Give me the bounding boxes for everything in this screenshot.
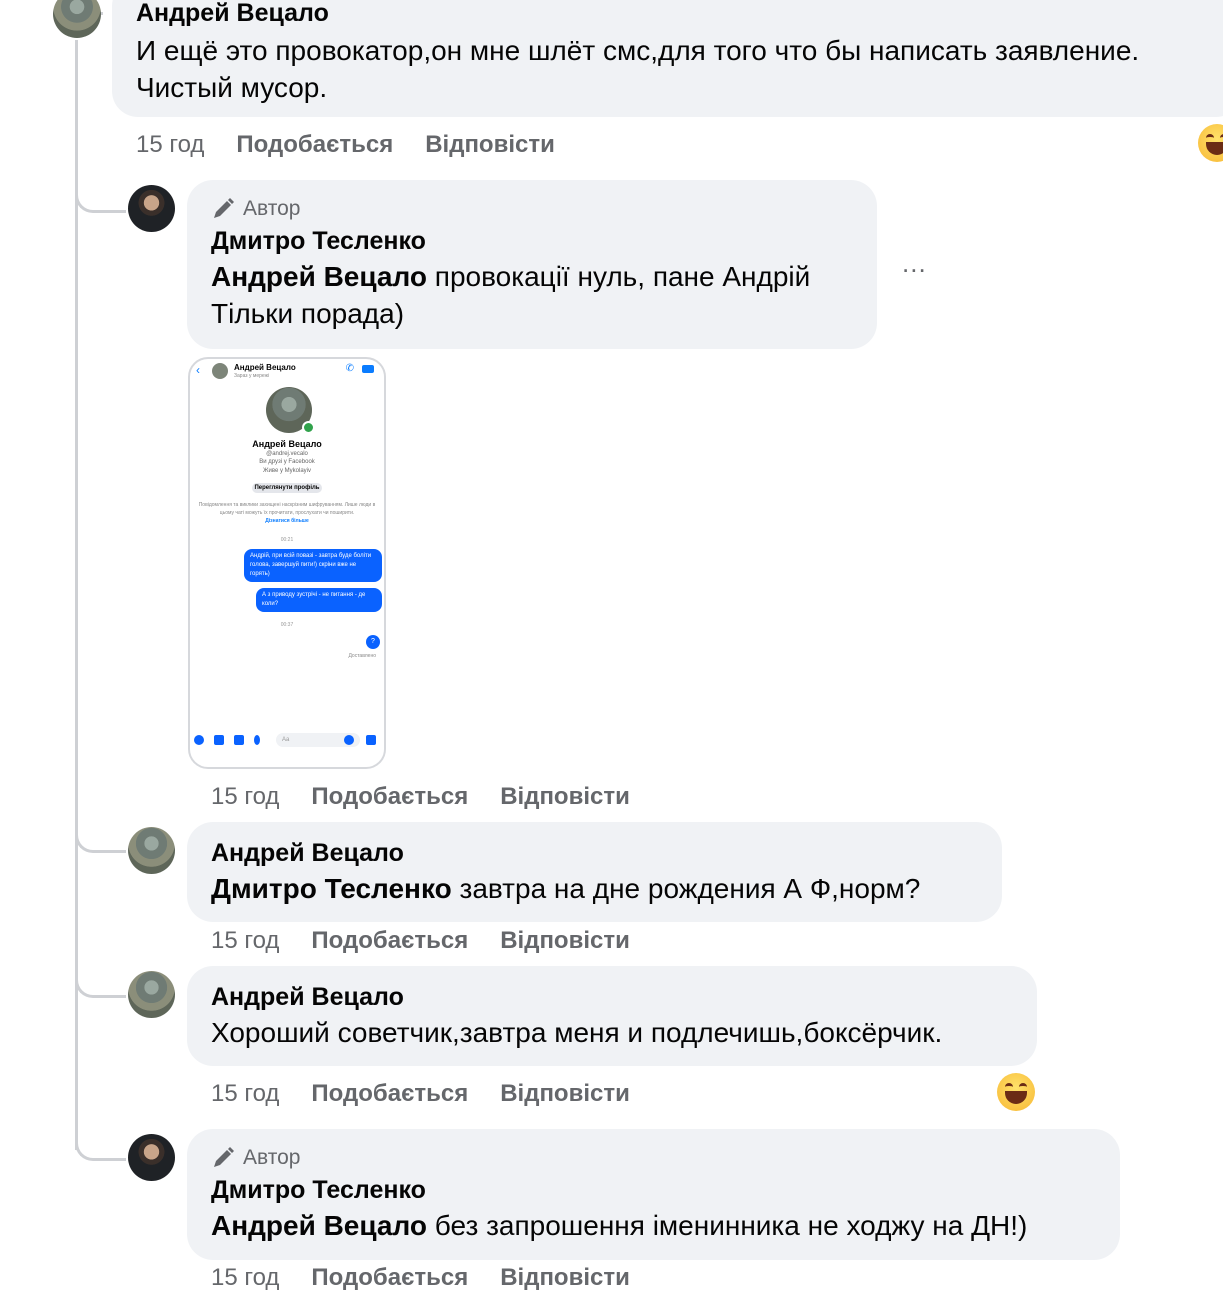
comment-author[interactable]: Дмитро Тесленко <box>211 1173 1096 1207</box>
more-options-button[interactable]: ... <box>902 248 927 279</box>
avatar[interactable] <box>128 971 175 1018</box>
comment-author[interactable]: Андрей Вецало <box>211 836 978 870</box>
message-time: 00:37 <box>280 622 294 628</box>
avatar[interactable] <box>53 0 101 38</box>
pencil-icon <box>214 1147 234 1167</box>
reply-button[interactable]: Відповісти <box>500 1264 630 1292</box>
view-profile-button: Переглянути профіль <box>252 483 322 493</box>
comment-text: И ещё это провокатор,он мне шлёт смс,для… <box>136 35 1140 103</box>
thread-connector <box>75 955 126 998</box>
emoji-icon <box>344 735 354 745</box>
like-button[interactable]: Подобається <box>311 927 468 955</box>
thumbs-up-icon <box>366 735 376 745</box>
chat-header-name: Андрей Вецало <box>234 363 296 372</box>
comment-bubble: Автор Дмитро Тесленко Андрей Вецало пров… <box>187 180 877 349</box>
thread-connector <box>75 810 126 853</box>
comment-actions: 15 год Подобається Відповісти <box>211 1080 630 1108</box>
like-button[interactable]: Подобається <box>311 1080 468 1108</box>
reply-button[interactable]: Відповісти <box>500 927 630 955</box>
comment-text: Андрей Вецало провокації нуль, пане Андр… <box>211 258 853 332</box>
comment-body: без запрошення іменинника не ходжу на ДН… <box>427 1210 1028 1241</box>
mention-link[interactable]: Андрей Вецало <box>211 261 427 292</box>
attachment-screenshot[interactable]: ‹ Андрей Вецало Зараз у мережі ✆ Андрей … <box>188 357 386 769</box>
comment-time[interactable]: 15 год <box>211 1080 279 1108</box>
message-bubble: ? <box>366 635 380 649</box>
plus-icon <box>194 735 204 745</box>
author-badge: Автор <box>211 1143 1096 1173</box>
chat-header-status: Зараз у мережі <box>234 373 270 379</box>
avatar[interactable] <box>128 185 175 232</box>
encryption-note: Повідомлення та виклики захищені наскріз… <box>198 502 376 524</box>
online-indicator <box>302 421 315 434</box>
author-badge-label: Автор <box>243 197 301 220</box>
mention-link[interactable]: Андрей Вецало <box>211 1210 427 1241</box>
microphone-icon <box>254 735 260 745</box>
message-time: 00:21 <box>280 537 294 543</box>
thread-connector <box>75 1118 126 1161</box>
message-bubble: Андрій, при всій повазі - завтра буде бо… <box>244 549 382 582</box>
reply-button[interactable]: Відповісти <box>425 131 555 159</box>
comment-bubble: Андрей Вецало И ещё это провокатор,он мн… <box>112 0 1223 117</box>
like-button[interactable]: Подобається <box>311 1264 468 1292</box>
comment-text: Дмитро Тесленко завтра на дне рождения А… <box>211 870 978 907</box>
comment-bubble: Автор Дмитро Тесленко Андрей Вецало без … <box>187 1129 1120 1260</box>
avatar <box>212 363 228 379</box>
author-badge: Автор <box>211 194 853 224</box>
haha-reaction-icon[interactable] <box>1198 124 1223 162</box>
learn-more-link: Дізнатися більше <box>265 518 309 524</box>
comment-actions: 15 год Подобається Відповісти <box>136 131 555 159</box>
comment-actions: 15 год Подобається Відповісти <box>211 783 630 811</box>
author-badge-label: Автор <box>243 1146 301 1169</box>
comment-time[interactable]: 15 год <box>211 783 279 811</box>
delivered-status: Доставлено <box>348 653 376 659</box>
profile-handle: @andrej.vecalo <box>266 451 308 457</box>
profile-lives: Живе у Mykolayiv <box>262 468 312 474</box>
video-icon <box>362 365 374 373</box>
comment-author[interactable]: Дмитро Тесленко <box>211 224 853 258</box>
comment-body: завтра на дне рождения А Ф,норм? <box>451 873 921 904</box>
like-button[interactable]: Подобається <box>236 131 393 159</box>
camera-icon <box>214 735 224 745</box>
comment-text: Хороший советчик,завтра меня и подлечишь… <box>211 1017 943 1048</box>
comment-time[interactable]: 15 год <box>211 1264 279 1292</box>
composer-bar: Aa <box>194 733 380 749</box>
pencil-icon <box>214 198 234 218</box>
avatar[interactable] <box>128 1134 175 1181</box>
comment-author[interactable]: Андрей Вецало <box>136 0 1218 30</box>
reply-button[interactable]: Відповісти <box>500 783 630 811</box>
reply-button[interactable]: Відповісти <box>500 1080 630 1108</box>
avatar[interactable] <box>128 827 175 874</box>
comment-actions: 15 год Подобається Відповісти <box>211 927 630 955</box>
comment-text: Андрей Вецало без запрошення іменинника … <box>211 1207 1096 1244</box>
haha-reaction-icon[interactable] <box>997 1073 1035 1111</box>
profile-friends: Ви друзі у Facebook <box>259 459 315 465</box>
mention-link[interactable]: Дмитро Тесленко <box>211 873 452 904</box>
phone-icon: ✆ <box>345 363 354 374</box>
comment-time[interactable]: 15 год <box>211 927 279 955</box>
like-button[interactable]: Подобається <box>311 783 468 811</box>
comment-bubble: Андрей Вецало Хороший советчик,завтра ме… <box>187 966 1037 1066</box>
comment-bubble: Андрей Вецало Дмитро Тесленко завтра на … <box>187 822 1002 922</box>
comment-time[interactable]: 15 год <box>136 131 204 159</box>
image-icon <box>234 735 244 745</box>
comment-actions: 15 год Подобається Відповісти <box>211 1264 630 1292</box>
thread-connector <box>75 170 126 213</box>
profile-name: Андрей Вецало <box>252 439 322 449</box>
comment-author[interactable]: Андрей Вецало <box>211 980 1013 1014</box>
message-bubble: А з приводу зустрічі - не питання - де к… <box>256 588 382 612</box>
back-icon: ‹ <box>196 363 200 377</box>
